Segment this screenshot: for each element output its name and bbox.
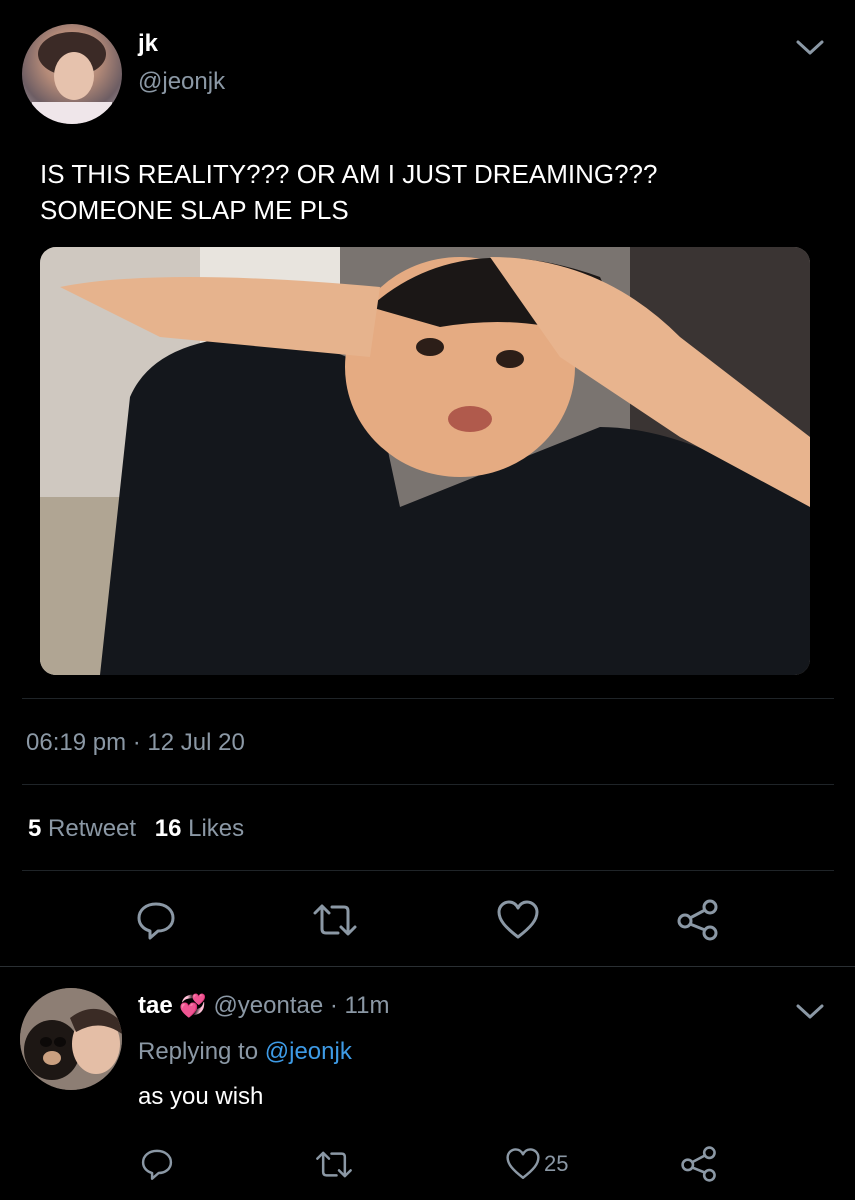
- like-icon[interactable]: [495, 899, 541, 941]
- tweet-stats: 5 Retweet 16 Likes: [28, 815, 244, 843]
- replying-to-handle[interactable]: @jeonjk: [265, 1038, 352, 1065]
- divider: [22, 784, 834, 785]
- tweet-text-line: IS THIS REALITY??? OR AM I JUST DREAMING…: [40, 159, 658, 189]
- like-label: Likes: [188, 815, 245, 842]
- reply-text: as you wish: [138, 1083, 264, 1110]
- retweets-stat[interactable]: 5 Retweet: [28, 815, 143, 842]
- author-avatar[interactable]: [22, 24, 122, 124]
- reply-display-name[interactable]: tae: [138, 992, 173, 1019]
- divider: [22, 698, 834, 699]
- reply-time: · 11m: [329, 992, 390, 1019]
- like-icon: [504, 1147, 542, 1181]
- chevron-down-icon[interactable]: [793, 1000, 827, 1024]
- retweet-icon[interactable]: [311, 899, 359, 941]
- tweet-text: IS THIS REALITY??? OR AM I JUST DREAMING…: [40, 156, 657, 228]
- heart-emoji-icon: 💞: [179, 993, 207, 1018]
- reply-header: tae 💞 @yeontae · 11m: [138, 992, 389, 1020]
- reply-avatar[interactable]: [20, 988, 122, 1090]
- chevron-down-icon[interactable]: [793, 36, 827, 60]
- tweet-date: 12 Jul 20: [147, 729, 245, 756]
- retweet-count: 5: [28, 815, 42, 842]
- tweet-image[interactable]: [40, 247, 810, 675]
- retweet-label: Retweet: [48, 815, 137, 842]
- likes-stat[interactable]: 16 Likes: [155, 815, 244, 842]
- replying-to-label: Replying to: [138, 1038, 259, 1065]
- reply-handle[interactable]: @yeontae: [213, 992, 323, 1019]
- reply-like-count: 25: [544, 1151, 569, 1176]
- reply-icon[interactable]: [139, 1146, 175, 1182]
- divider: [22, 870, 834, 871]
- author-handle[interactable]: @jeonjk: [138, 68, 225, 96]
- like-count: 16: [154, 815, 182, 842]
- replying-to: Replying to @jeonjk: [138, 1038, 352, 1066]
- reply-icon[interactable]: [134, 898, 178, 942]
- share-icon[interactable]: [676, 898, 720, 942]
- author-display-name[interactable]: jk: [138, 30, 158, 58]
- date-separator: ·: [132, 729, 141, 756]
- tweet-timestamp[interactable]: 06:19 pm · 12 Jul 20: [26, 729, 245, 757]
- tweet-time: 06:19 pm: [26, 729, 127, 756]
- retweet-icon[interactable]: [314, 1147, 354, 1182]
- tweet-text-line: SOMEONE SLAP ME PLS: [40, 195, 349, 225]
- reply-like[interactable]: 25: [504, 1147, 568, 1181]
- divider: [0, 966, 855, 967]
- share-icon[interactable]: [680, 1145, 718, 1183]
